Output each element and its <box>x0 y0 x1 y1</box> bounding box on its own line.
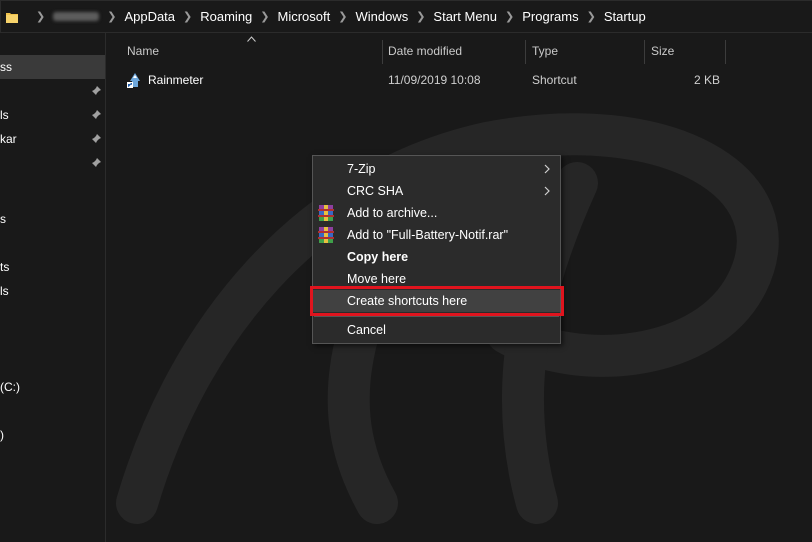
breadcrumb-label[interactable]: Windows <box>355 9 408 24</box>
menu-item-label: Cancel <box>347 323 386 337</box>
pin-icon[interactable] <box>91 134 101 144</box>
navigation-pane[interactable]: ss ls kar s ts ls (C:) ) <box>0 33 106 542</box>
chevron-right-icon: ❯ <box>338 11 348 23</box>
menu-item-copy-here[interactable]: Copy here <box>313 246 560 268</box>
chevron-right-icon: ❯ <box>107 11 117 23</box>
chevron-right-icon: ❯ <box>586 11 596 23</box>
menu-item-label: Add to "Full-Battery-Notif.rar" <box>347 228 509 242</box>
chevron-right-icon: ❯ <box>183 11 193 23</box>
file-name[interactable]: Rainmeter <box>148 69 203 91</box>
menu-item-label: 7-Zip <box>347 162 376 176</box>
blurred-username <box>53 12 100 21</box>
breadcrumb-label[interactable]: Microsoft <box>278 9 331 24</box>
menu-item-add-to-rar[interactable]: Add to "Full-Battery-Notif.rar" <box>313 224 560 246</box>
breadcrumb-roaming[interactable]: ❯ Roaming <box>175 1 252 32</box>
nav-item[interactable]: ts <box>0 255 105 279</box>
menu-item-crc-sha[interactable]: CRC SHA <box>313 180 560 202</box>
folder-icon <box>6 12 18 23</box>
column-divider[interactable] <box>725 40 726 64</box>
winrar-icon <box>318 205 334 221</box>
table-row[interactable]: Rainmeter 11/09/2019 10:08 Shortcut 2 KB <box>107 69 812 91</box>
file-type: Shortcut <box>532 73 577 87</box>
pin-icon[interactable] <box>91 158 101 168</box>
nav-item-label: ss <box>0 60 12 74</box>
context-menu[interactable]: 7-Zip CRC SHA Add to archive... Add to "… <box>312 155 561 344</box>
file-size: 2 KB <box>694 73 721 87</box>
address-bar[interactable]: ❯ ❯ AppData ❯ Roaming ❯ Microsoft ❯ Wind… <box>0 0 812 33</box>
nav-item-label: (C:) <box>0 380 20 394</box>
menu-item-move-here[interactable]: Move here <box>313 268 560 290</box>
breadcrumb-label[interactable]: Roaming <box>200 9 252 24</box>
nav-item-label: kar <box>0 132 17 146</box>
breadcrumb-startup[interactable]: ❯ Startup <box>579 1 646 32</box>
column-header-date[interactable]: Date modified <box>375 33 525 69</box>
menu-item-label: Add to archive... <box>347 206 438 220</box>
menu-item-add-to-archive[interactable]: Add to archive... <box>313 202 560 224</box>
column-header-type[interactable]: Type <box>519 33 639 69</box>
nav-item-label: ls <box>0 108 9 122</box>
nav-item-label: s <box>0 212 6 226</box>
menu-separator <box>314 316 559 317</box>
menu-item-7zip[interactable]: 7-Zip <box>313 158 560 180</box>
pin-icon[interactable] <box>91 86 101 96</box>
chevron-right-icon: ❯ <box>36 11 46 23</box>
nav-item[interactable]: s <box>0 207 105 231</box>
menu-item-label: Create shortcuts here <box>347 294 468 308</box>
breadcrumb-label[interactable]: Programs <box>522 9 578 24</box>
breadcrumb-microsoft[interactable]: ❯ Microsoft <box>252 1 330 32</box>
breadcrumb-start-menu[interactable]: ❯ Start Menu <box>408 1 497 32</box>
menu-item-label: Copy here <box>347 250 409 264</box>
nav-item[interactable]: ss <box>0 55 105 79</box>
winrar-icon <box>318 227 334 243</box>
chevron-right-icon: ❯ <box>416 11 426 23</box>
column-header-label: Name <box>127 44 160 58</box>
breadcrumb-label[interactable]: Start Menu <box>433 9 497 24</box>
nav-item[interactable]: ls <box>0 103 105 127</box>
column-header-bar: Name Date modified Type Size <box>107 33 812 69</box>
chevron-right-icon: ❯ <box>260 11 270 23</box>
menu-item-label: CRC SHA <box>347 184 404 198</box>
nav-item[interactable]: kar <box>0 127 105 151</box>
file-date-modified: 11/09/2019 10:08 <box>388 73 481 87</box>
nav-item-drive[interactable]: (C:) <box>0 375 105 399</box>
breadcrumb-user[interactable]: ❯ <box>28 1 100 32</box>
chevron-right-icon <box>544 186 550 196</box>
breadcrumb-label[interactable]: Startup <box>604 9 646 24</box>
breadcrumb-label[interactable]: AppData <box>124 9 175 24</box>
nav-item[interactable]: ls <box>0 279 105 303</box>
breadcrumb-appdata[interactable]: ❯ AppData <box>99 1 175 32</box>
column-header-name[interactable]: Name <box>114 33 382 69</box>
nav-item-label: ls <box>0 284 9 298</box>
column-header-label: Size <box>651 44 675 58</box>
menu-item-label: Move here <box>347 272 407 286</box>
column-header-label: Date modified <box>388 44 463 58</box>
nav-item-label: ts <box>0 260 10 274</box>
menu-item-create-shortcuts-here[interactable]: Create shortcuts here <box>313 290 560 312</box>
column-header-size[interactable]: Size <box>638 33 726 69</box>
nav-item[interactable]: ) <box>0 423 105 447</box>
chevron-right-icon <box>544 164 550 174</box>
breadcrumb-windows[interactable]: ❯ Windows <box>330 1 408 32</box>
menu-item-cancel[interactable]: Cancel <box>313 319 560 341</box>
shortcut-icon <box>127 73 140 88</box>
column-header-label: Type <box>532 44 559 58</box>
breadcrumb-programs[interactable]: ❯ Programs <box>497 1 579 32</box>
pin-icon[interactable] <box>91 110 101 120</box>
nav-item-label: ) <box>0 428 4 442</box>
chevron-right-icon: ❯ <box>505 11 515 23</box>
nav-item[interactable] <box>0 79 105 103</box>
nav-item[interactable] <box>0 151 105 175</box>
